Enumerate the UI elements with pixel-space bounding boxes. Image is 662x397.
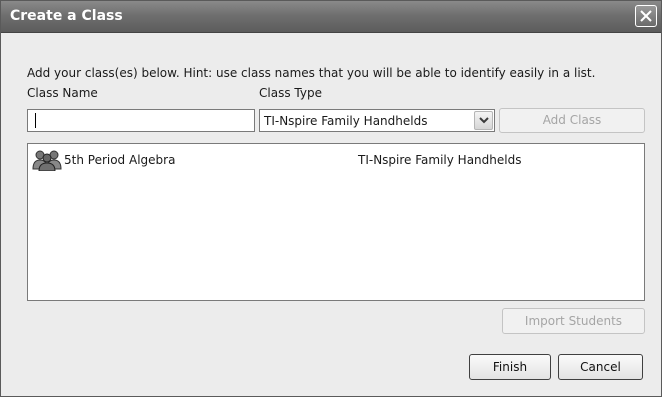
import-students-button[interactable]: Import Students (502, 308, 645, 334)
class-type-label: Class Type (259, 86, 322, 100)
class-name-input[interactable] (27, 109, 255, 132)
finish-button[interactable]: Finish (469, 354, 551, 380)
class-type-cell: TI-Nspire Family Handhelds (358, 153, 522, 167)
create-class-dialog: Create a Class Add your class(es) below.… (0, 0, 662, 397)
dropdown-button[interactable] (474, 111, 493, 130)
dialog-title: Create a Class (10, 8, 123, 24)
cancel-button[interactable]: Cancel (558, 354, 643, 380)
close-button[interactable] (635, 5, 657, 27)
group-icon (32, 149, 62, 174)
class-type-selected: TI-Nspire Family Handhelds (264, 114, 428, 128)
text-caret (35, 113, 36, 128)
class-list[interactable]: 5th Period Algebra TI-Nspire Family Hand… (27, 143, 645, 301)
class-name-cell: 5th Period Algebra (64, 153, 176, 167)
class-type-select[interactable]: TI-Nspire Family Handhelds (259, 109, 495, 132)
class-list-item[interactable]: 5th Period Algebra TI-Nspire Family Hand… (28, 148, 644, 172)
chevron-down-icon (479, 117, 489, 124)
title-bar[interactable]: Create a Class (1, 1, 661, 33)
close-icon (640, 10, 652, 22)
add-class-button[interactable]: Add Class (499, 108, 645, 133)
class-name-label: Class Name (27, 86, 98, 100)
hint-text: Add your class(es) below. Hint: use clas… (27, 66, 596, 80)
